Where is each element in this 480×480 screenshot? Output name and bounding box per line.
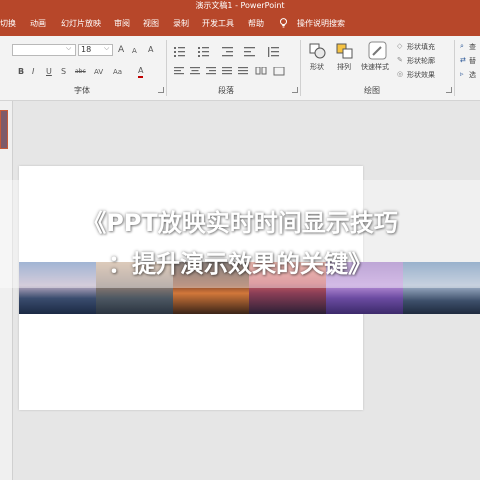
- tab-animations[interactable]: 动画: [30, 12, 46, 36]
- bold-button[interactable]: B: [18, 67, 24, 77]
- paragraph-group-label: 段落: [218, 86, 234, 95]
- select-icon[interactable]: ▹: [460, 70, 464, 78]
- menu-bar: 切换 动画 幻灯片放映 审阅 视图 录制 开发工具 帮助 操作说明搜索: [0, 12, 480, 36]
- tab-slideshow[interactable]: 幻灯片放映: [61, 12, 101, 36]
- group-divider: [166, 40, 167, 96]
- text-shadow-button[interactable]: S: [61, 67, 66, 77]
- tab-record[interactable]: 录制: [173, 12, 189, 36]
- distributed-icon[interactable]: [238, 67, 248, 75]
- grow-font-button[interactable]: A: [118, 45, 124, 55]
- list-buttons-row: [174, 47, 279, 57]
- bullets-icon[interactable]: [174, 47, 185, 57]
- tab-transitions[interactable]: 切换: [0, 12, 16, 36]
- article-heading-line1: 《PPT放映实时时间显示技巧: [82, 209, 398, 237]
- shape-effects-button[interactable]: 形状效果: [407, 70, 435, 80]
- text-direction-icon[interactable]: [273, 67, 285, 76]
- paint-bucket-icon[interactable]: ◇: [397, 42, 402, 50]
- char-spacing-button[interactable]: AV: [94, 67, 103, 77]
- change-case-button[interactable]: Aa: [113, 67, 122, 77]
- quick-styles-icon[interactable]: [368, 41, 388, 61]
- justify-icon[interactable]: [222, 67, 232, 75]
- select-button[interactable]: 选: [469, 70, 476, 80]
- slide-thumbnail-panel: [0, 101, 13, 480]
- clear-format-button[interactable]: A: [148, 45, 153, 55]
- shapes-icon[interactable]: [309, 43, 327, 59]
- arrange-button[interactable]: 排列: [337, 62, 351, 72]
- italic-button[interactable]: I: [32, 67, 34, 77]
- align-left-icon[interactable]: [174, 67, 184, 75]
- tab-view[interactable]: 视图: [143, 12, 159, 36]
- align-buttons-row: [174, 67, 285, 76]
- underline-button[interactable]: U: [46, 67, 52, 77]
- indent-icon[interactable]: [222, 47, 233, 57]
- ribbon: ⌵ 18 ⌵ A A A B I U S abc AV Aa A 字体 段落 形…: [0, 36, 480, 101]
- arrange-icon[interactable]: [336, 43, 354, 59]
- pencil-icon[interactable]: ✎: [397, 56, 403, 64]
- numbering-icon[interactable]: [198, 47, 209, 57]
- tab-help[interactable]: 帮助: [248, 12, 264, 36]
- paragraph-dialog-launcher[interactable]: [292, 87, 298, 93]
- shrink-font-button[interactable]: A: [132, 46, 137, 56]
- drawing-dialog-launcher[interactable]: [446, 87, 452, 93]
- chevron-down-icon[interactable]: ⌵: [66, 44, 71, 53]
- group-divider: [454, 40, 455, 96]
- effects-icon[interactable]: ◎: [397, 70, 403, 78]
- tell-me-search[interactable]: 操作说明搜索: [297, 12, 345, 36]
- outdent-icon[interactable]: [244, 47, 255, 57]
- strikethrough-button[interactable]: abc: [75, 67, 86, 77]
- slide-thumbnail[interactable]: [0, 110, 8, 149]
- tab-review[interactable]: 审阅: [114, 12, 130, 36]
- font-dialog-launcher[interactable]: [158, 87, 164, 93]
- find-button[interactable]: 查: [469, 42, 476, 52]
- shape-fill-button[interactable]: 形状填充: [407, 42, 435, 52]
- font-color-button[interactable]: A: [138, 66, 144, 78]
- font-group-label: 字体: [74, 86, 90, 95]
- align-center-icon[interactable]: [190, 67, 200, 75]
- shape-outline-button[interactable]: 形状轮廓: [407, 56, 435, 66]
- find-icon[interactable]: ⌕: [460, 42, 464, 51]
- replace-icon[interactable]: ⇄: [460, 56, 466, 64]
- drawing-group-label: 绘图: [364, 86, 380, 95]
- lightbulb-icon: [280, 18, 287, 28]
- columns-icon[interactable]: [255, 67, 267, 75]
- window-title: 演示文稿1 - PowerPoint: [195, 1, 285, 10]
- tab-developer[interactable]: 开发工具: [202, 12, 234, 36]
- group-divider: [300, 40, 301, 96]
- article-heading-line2: ：提升演示效果的关键》: [108, 250, 372, 278]
- line-spacing-icon[interactable]: [268, 47, 279, 57]
- title-bar: 演示文稿1 - PowerPoint: [0, 0, 480, 12]
- quick-styles-button[interactable]: 快速样式: [361, 62, 389, 72]
- align-right-icon[interactable]: [206, 67, 216, 75]
- replace-button[interactable]: 替: [469, 56, 476, 66]
- shapes-button[interactable]: 形状: [310, 62, 324, 72]
- chevron-down-icon[interactable]: ⌵: [104, 44, 109, 53]
